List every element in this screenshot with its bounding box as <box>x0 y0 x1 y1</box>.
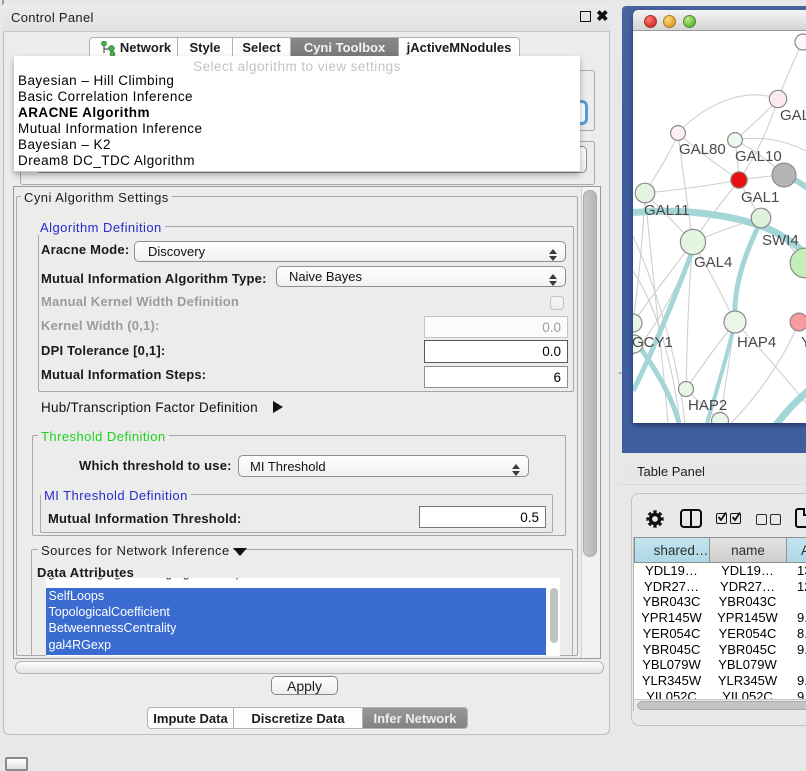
svg-text:GAL2: GAL2 <box>780 107 806 124</box>
svg-text:SWI4: SWI4 <box>762 232 799 249</box>
svg-text:HAP2: HAP2 <box>688 397 727 414</box>
svg-text:GAL1: GAL1 <box>741 189 779 206</box>
svg-text:GCY1: GCY1 <box>633 334 673 351</box>
svg-text:GAL10: GAL10 <box>735 148 782 165</box>
svg-text:GAL11: GAL11 <box>644 202 690 219</box>
svg-text:GAL4: GAL4 <box>694 254 732 271</box>
svg-text:HAP4: HAP4 <box>737 334 776 351</box>
svg-text:Y: Y <box>801 334 806 351</box>
svg-text:GAL80: GAL80 <box>679 141 726 158</box>
